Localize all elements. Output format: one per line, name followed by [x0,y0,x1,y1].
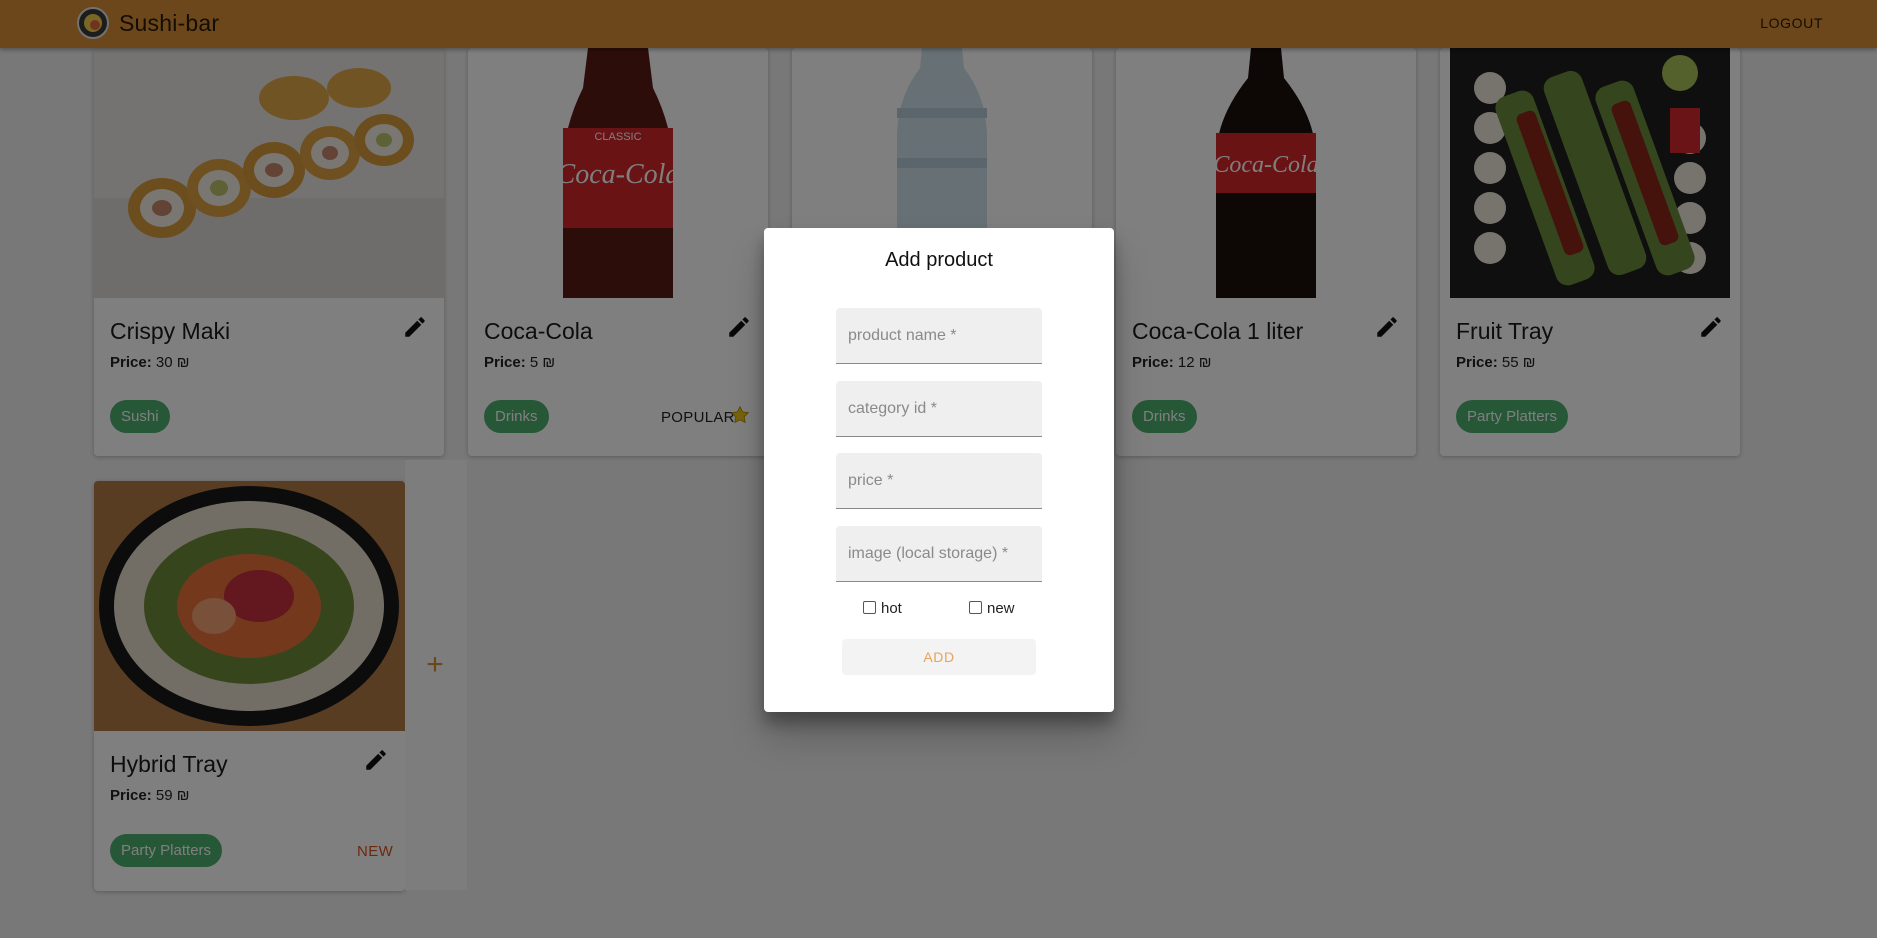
add-button[interactable]: ADD [842,639,1036,675]
hot-checkbox-label: hot [881,600,902,617]
hot-checkbox[interactable]: hot [863,600,902,620]
price-input[interactable] [836,453,1042,508]
image-field [836,526,1042,582]
dialog-title: Add product [885,249,993,271]
new-checkbox-label: new [987,600,1015,617]
category-id-input[interactable] [836,381,1042,436]
checkbox-box[interactable] [863,601,876,614]
image-input[interactable] [836,526,1042,581]
add-product-dialog: Add product hot new ADD [764,228,1114,712]
category-id-field [836,381,1042,437]
new-checkbox[interactable]: new [969,600,1015,620]
price-field [836,453,1042,509]
product-name-input[interactable] [836,308,1042,363]
checkbox-box[interactable] [969,601,982,614]
product-name-field [836,308,1042,364]
